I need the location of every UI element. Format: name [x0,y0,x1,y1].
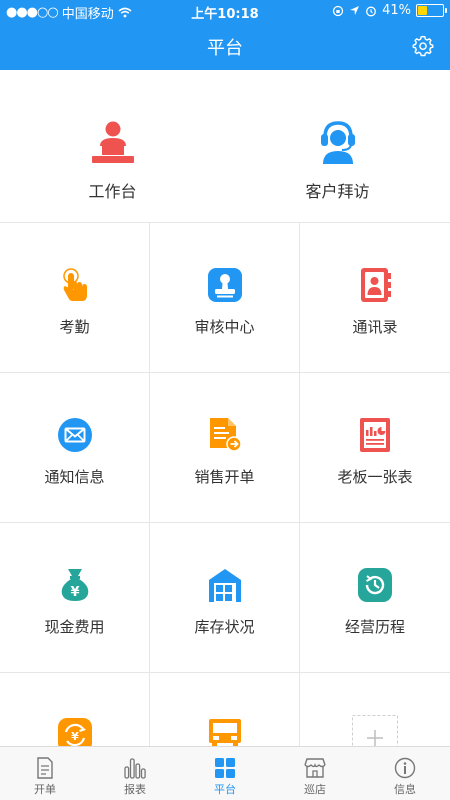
top-item-label: 工作台 [88,182,137,201]
grid-item-label: 考勤 [59,318,90,336]
tab-reports[interactable]: 报表 [90,747,180,800]
tab-bar: 开单 报表 平台 巡店 信息 [0,746,450,800]
alarm-icon [366,6,377,16]
location-icon [350,6,360,15]
grid-item-review-center[interactable]: 审核中心 [150,222,300,372]
money-bag-icon: ¥ [61,569,88,601]
gear-icon[interactable] [412,35,434,57]
grid-item-contacts[interactable]: 通讯录 [300,222,450,372]
rotation-lock-icon [332,5,344,16]
tab-info[interactable]: 信息 [360,747,450,800]
grid-icon [215,758,235,778]
info-icon [394,757,416,779]
add-icon [352,715,398,746]
warehouse-icon [208,569,241,602]
workbench-icon [91,121,134,163]
grid-item-truck[interactable] [150,672,300,746]
grid-item-cash-expense[interactable]: ¥ 现金费用 [0,522,150,672]
navigation-bar: 平台 [0,22,450,70]
grid-item-label: 审核中心 [194,318,255,336]
top-item-customer-visit[interactable]: 客户拜访 [225,70,450,222]
svg-text:¥: ¥ [71,730,79,743]
stamp-icon [207,268,242,302]
contacts-icon [361,268,391,302]
grid-item-business-history[interactable]: 经营历程 [300,522,450,672]
status-bar: ●●●○○ 中国移动 上午10:18 41% [0,0,450,22]
top-shortcuts: 工作台 客户拜访 [0,70,450,222]
svg-text:¥: ¥ [70,585,79,600]
history-icon [358,568,392,602]
truck-icon [208,719,241,746]
sales-doc-icon [209,418,242,452]
function-grid: 考勤 审核中心 通讯录 通知信息 销售开单 老板一张表 ¥ 现金费用 库存状况 … [0,222,450,746]
grid-item-label: 现金费用 [44,618,105,636]
tab-order[interactable]: 开单 [0,747,90,800]
battery-percent: 41% [382,3,411,18]
grid-item-label: 销售开单 [194,468,255,486]
grid-item-exchange[interactable]: ¥ [0,672,150,746]
grid-item-inventory[interactable]: 库存状况 [150,522,300,672]
touch-icon [62,268,87,301]
grid-item-add[interactable] [300,672,450,746]
grid-item-notifications[interactable]: 通知信息 [0,372,150,522]
envelope-icon [57,418,92,452]
tab-platform[interactable]: 平台 [180,747,270,800]
report-icon [360,418,390,452]
grid-item-label: 通讯录 [352,318,398,336]
grid-item-label: 经营历程 [344,618,405,636]
top-item-workbench[interactable]: 工作台 [0,70,225,222]
grid-item-boss-report[interactable]: 老板一张表 [300,372,450,522]
tab-label: 平台 [214,783,236,796]
currency-exchange-icon: ¥ [57,718,92,746]
tab-label: 信息 [394,783,416,796]
bar-chart-icon [124,758,146,779]
page-title: 平台 [207,38,243,59]
status-right: 41% [332,3,447,18]
tab-label: 巡店 [304,783,326,796]
store-icon [304,758,326,778]
battery-icon [416,4,447,17]
tab-label: 开单 [34,783,56,796]
grid-item-attendance[interactable]: 考勤 [0,222,150,372]
grid-item-sales-order[interactable]: 销售开单 [150,372,300,522]
top-item-label: 客户拜访 [305,182,370,201]
grid-item-label: 老板一张表 [337,468,413,486]
tab-store-patrol[interactable]: 巡店 [270,747,360,800]
headset-icon [320,121,355,164]
grid-item-label: 通知信息 [44,468,105,486]
tab-label: 报表 [124,783,146,796]
grid-item-label: 库存状况 [194,618,255,636]
document-icon [37,757,53,779]
